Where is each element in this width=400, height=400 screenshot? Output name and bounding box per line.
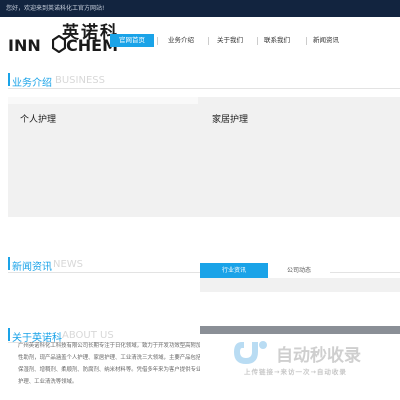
tab-company-news[interactable]: 公司动态 — [268, 263, 330, 278]
business-title: 业务介绍 — [12, 78, 52, 89]
nav-divider — [306, 37, 307, 45]
greeting-text: 您好，欢迎来到英诺科化工官方网站! — [6, 5, 105, 12]
nav-contact[interactable]: 联系我们 — [258, 34, 296, 47]
nav-home[interactable]: 官网首页 — [110, 34, 154, 47]
about-image — [200, 326, 400, 334]
watermark-main: 自动秒收录 — [276, 346, 361, 366]
section-accent-bar — [8, 328, 10, 341]
nav-about[interactable]: 关于我们 — [212, 34, 248, 47]
card-image-strip — [8, 97, 198, 104]
logo-english-left: INN — [8, 36, 41, 55]
nav-news[interactable]: 新闻资讯 — [308, 34, 344, 47]
section-accent-bar — [8, 257, 10, 270]
hexagon-logo-icon — [52, 35, 66, 53]
news-title: 新闻资讯 — [12, 262, 52, 273]
nav-divider — [208, 37, 209, 45]
about-line: 保湿剂、增稠剂、柔顺剂、防腐剂、纳米材料等。凭借多年来为客户提供专业的技术服务， — [18, 367, 203, 373]
about-paragraph: 广州英诺科化工科技有限公司长期专注于日化领域，致力于开发功效型高附加值功能 性助… — [18, 340, 203, 388]
business-title-en: BUSINESS — [55, 75, 105, 86]
business-card-home-care[interactable]: 家居护理 — [198, 97, 400, 217]
tab-industry-news[interactable]: 行业资讯 — [200, 263, 268, 278]
nav-divider — [157, 37, 158, 45]
card-label: 个人护理 — [20, 115, 57, 125]
nav-business[interactable]: 业务介绍 — [163, 34, 199, 47]
about-line: 护理、工业清洗等领域。 — [18, 379, 78, 385]
section-divider — [8, 88, 400, 89]
watermark-sub: 上传链接→来访一次→自动收录 — [244, 368, 347, 376]
news-list-area — [200, 278, 400, 292]
section-accent-bar — [8, 73, 10, 86]
business-card-personal-care[interactable]: 个人护理 — [8, 97, 198, 217]
header: 英诺科 INN CHEM 官网首页 业务介绍 关于我们 联系我们 新闻资讯 — [0, 17, 400, 62]
about-line: 广州英诺科化工科技有限公司长期专注于日化领域，致力于开发功效型高附加值功能 — [18, 343, 203, 349]
news-title-en: NEWS — [53, 259, 84, 270]
card-label: 家居护理 — [212, 115, 249, 125]
about-line: 性助剂，现产品涵盖个人护理、家居护理、工业清洗三大领域，主要产品包括消泡剂、抑菌… — [18, 355, 203, 361]
top-bar: 您好，欢迎来到英诺科化工官方网站! — [0, 0, 400, 17]
watermark-logo-icon — [234, 341, 267, 364]
